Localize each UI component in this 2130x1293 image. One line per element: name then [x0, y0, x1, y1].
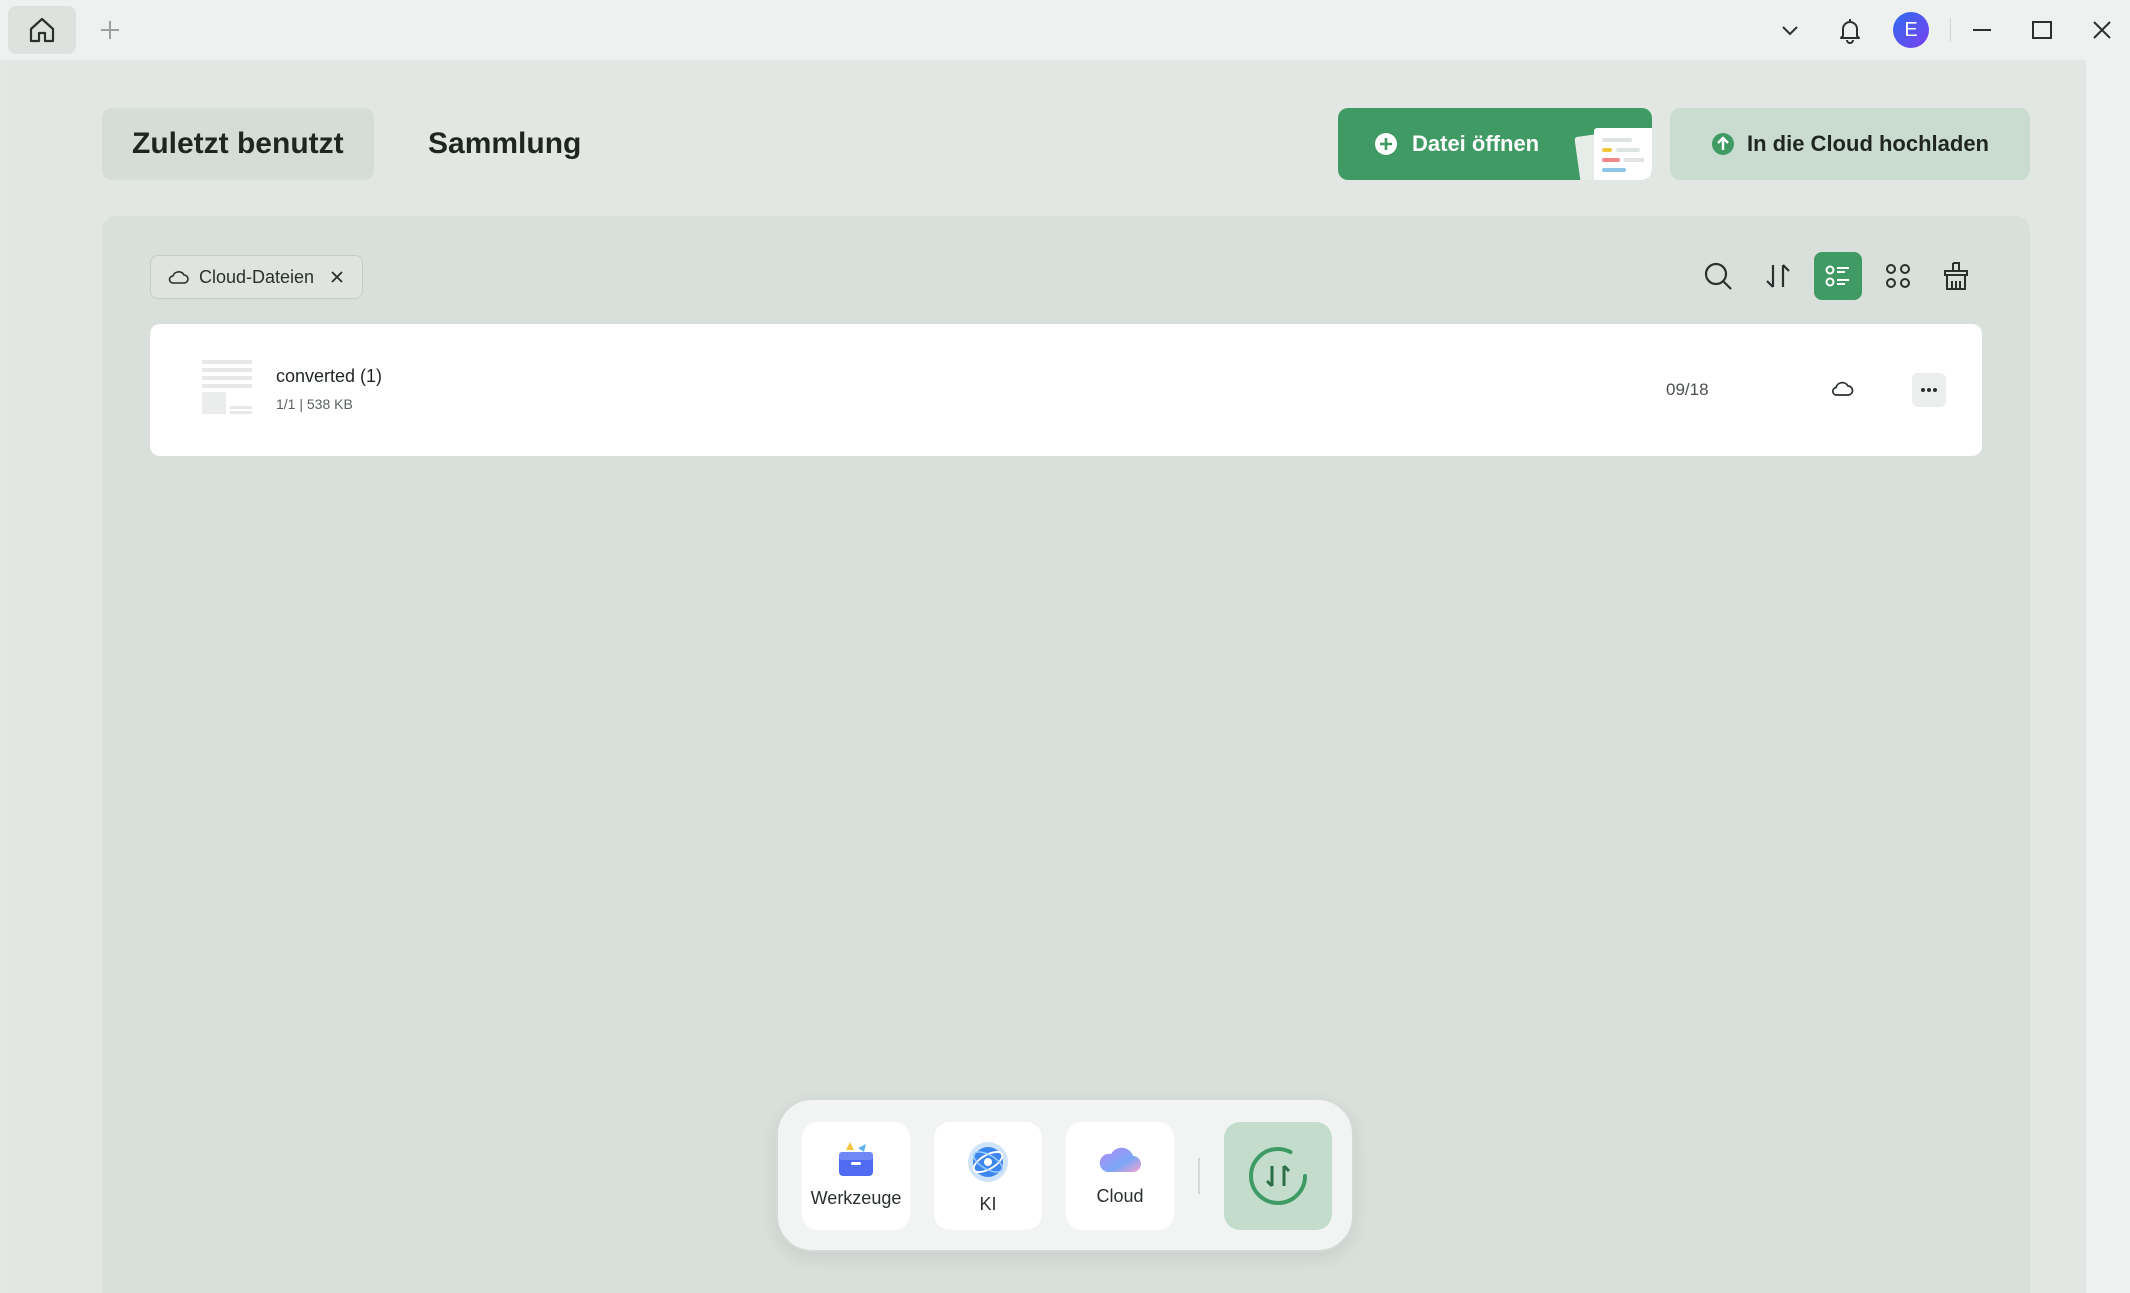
file-meta: 1/1 | 538 KB	[276, 396, 353, 412]
bottom-dock: Werkzeuge KI Cloud	[776, 1098, 1354, 1252]
open-file-label: Datei öffnen	[1412, 131, 1540, 156]
dock-item-ai[interactable]: KI	[934, 1122, 1042, 1230]
table-row[interactable]: converted (1) 1/1 | 538 KB 09/18	[150, 324, 1982, 456]
avatar[interactable]: E	[1893, 12, 1929, 48]
dock-item-label: Werkzeuge	[810, 1188, 902, 1208]
toolbox-icon	[836, 1140, 876, 1178]
clean-icon	[1940, 260, 1972, 292]
filter-chip[interactable]: Cloud-Dateien	[150, 255, 364, 299]
close-button[interactable]	[2082, 10, 2122, 50]
upload-cloud-label: In die Cloud hochladen	[1747, 131, 1989, 156]
upload-cloud-button[interactable]: In die Cloud hochladen	[1670, 108, 2030, 180]
cloud-icon	[1097, 1140, 1143, 1176]
dock-item-label: KI	[979, 1194, 997, 1214]
more-options-button[interactable]	[1912, 373, 1946, 407]
clean-button[interactable]	[1932, 252, 1980, 300]
dock-item-tools[interactable]: Werkzeuge	[802, 1122, 910, 1230]
ai-icon	[966, 1140, 1010, 1184]
dock-item-cloud[interactable]: Cloud	[1066, 1122, 1174, 1230]
minimize-button[interactable]	[1962, 10, 2002, 50]
file-thumbnail	[202, 360, 254, 416]
list-view-button[interactable]	[1814, 252, 1862, 300]
tab-collection[interactable]: Sammlung	[398, 108, 611, 180]
cloud-icon	[1830, 378, 1854, 398]
filter-chip-label: Cloud-Dateien	[199, 266, 315, 287]
cloud-icon	[167, 268, 189, 286]
bell-icon	[1836, 16, 1864, 44]
plus-circle-icon	[1374, 132, 1398, 156]
documents-illustration-icon	[1572, 124, 1652, 180]
more-icon	[1920, 387, 1938, 393]
home-icon	[26, 14, 58, 46]
grid-view-icon	[1883, 261, 1913, 291]
chevron-down-icon	[1779, 19, 1801, 41]
sort-icon	[1763, 261, 1793, 291]
file-date: 09/18	[1666, 380, 1709, 399]
window-edge	[2086, 60, 2130, 1293]
search-icon	[1702, 260, 1734, 292]
plus-icon	[99, 19, 121, 41]
close-icon[interactable]	[330, 270, 344, 284]
dock-item-label: Cloud	[1096, 1186, 1144, 1206]
title-bar: E	[0, 0, 2130, 60]
search-button[interactable]	[1694, 252, 1742, 300]
notifications-button[interactable]	[1830, 10, 1870, 50]
upload-arrow-icon	[1711, 132, 1735, 156]
tab-recent[interactable]: Zuletzt benutzt	[102, 108, 374, 180]
minimize-icon	[1971, 19, 1993, 41]
convert-icon	[1246, 1144, 1310, 1208]
titlebar-divider	[1950, 18, 1951, 42]
new-tab-button[interactable]	[96, 16, 124, 44]
maximize-icon	[2031, 19, 2053, 41]
list-view-icon	[1823, 261, 1853, 291]
maximize-button[interactable]	[2022, 10, 2062, 50]
home-tab[interactable]	[8, 6, 76, 54]
sort-button[interactable]	[1754, 252, 1802, 300]
convert-button[interactable]	[1224, 1122, 1332, 1230]
file-name[interactable]: converted (1)	[276, 366, 382, 387]
dock-divider	[1198, 1158, 1200, 1194]
grid-view-button[interactable]	[1874, 252, 1922, 300]
close-icon	[2091, 19, 2113, 41]
open-file-button[interactable]: Datei öffnen	[1338, 108, 1652, 180]
dropdown-button[interactable]	[1770, 10, 1810, 50]
